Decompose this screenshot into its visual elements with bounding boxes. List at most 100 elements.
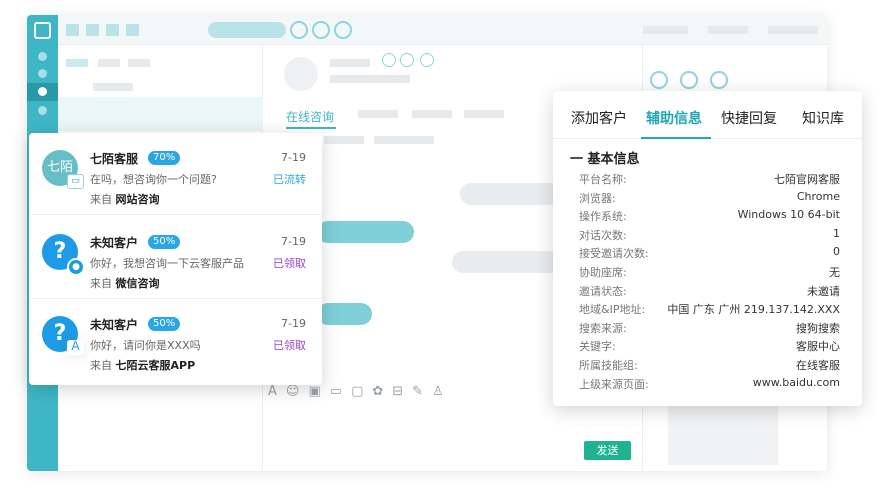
tab-quick-reply[interactable]: 快捷回复 — [721, 108, 777, 128]
info-row: 浏览器: Chrome — [579, 190, 840, 208]
send-button[interactable]: 发送 — [584, 441, 631, 460]
info-row-label: 邀请状态: — [579, 284, 627, 298]
info-row-value: 七陌官网客服 — [774, 173, 840, 186]
conversation-source: 来自 微信咨询 — [90, 275, 160, 291]
status-ring — [420, 53, 434, 67]
video-icon[interactable]: ▭ — [330, 384, 351, 399]
tab-online-consult[interactable]: 在线咨询 — [286, 108, 334, 125]
conversation-name: 未知客户 — [90, 318, 139, 332]
source-name: 微信咨询 — [115, 277, 160, 290]
source-name: 网站咨询 — [115, 193, 160, 206]
tab-add-customer[interactable]: 添加客户 — [571, 108, 627, 128]
tab-placeholder — [358, 110, 398, 118]
nav-dot[interactable] — [38, 69, 47, 78]
nav-dot-active[interactable] — [38, 87, 47, 96]
toolbar-placeholder — [86, 24, 99, 36]
tab-knowledge-base[interactable]: 知识库 — [802, 108, 844, 128]
leaf-icon[interactable]: ✎ — [412, 384, 432, 399]
list-item[interactable]: ? A 未知客户 50% 7-19 你好，请问你是XXX吗 已领取 来自 七陌云… — [29, 299, 322, 381]
percent-badge: 70% — [148, 151, 181, 165]
topbar-placeholder — [643, 26, 688, 34]
info-row: 接受邀请次数: 0 — [579, 245, 840, 263]
conversation-name: 七陌客服 — [90, 152, 139, 166]
sub-tab-placeholder — [324, 136, 364, 144]
info-row-value: 搜狗搜索 — [796, 321, 840, 335]
conversation-date: 7-19 — [281, 151, 306, 164]
top-bar — [58, 15, 827, 45]
status-ring[interactable] — [312, 21, 330, 39]
selected-conversation-row[interactable] — [58, 97, 263, 131]
info-row: 所属技能组: 在线客服 — [579, 357, 840, 375]
tab-auxiliary-info[interactable]: 辅助信息 — [646, 108, 702, 128]
info-row-value: 未邀请 — [807, 284, 840, 298]
conversation-message: 你好，我想咨询一下云客服产品 — [90, 257, 244, 270]
info-row: 上级来源页面: www.baidu.com — [579, 376, 840, 394]
toolbar-placeholder — [66, 24, 79, 36]
composer-toolbar: A☺▣▭▢✿⊟✎♙ — [268, 384, 453, 399]
chat-bubble — [317, 303, 372, 325]
font-icon[interactable]: A — [268, 384, 286, 399]
list-filter-placeholder — [93, 83, 133, 91]
conversation-status: 已领取 — [273, 257, 306, 270]
source-name: 七陌云客服APP — [115, 359, 196, 372]
percent-badge: 50% — [148, 235, 181, 249]
visitor-name-placeholder — [330, 59, 370, 67]
status-ring[interactable] — [334, 21, 352, 39]
topbar-placeholder — [768, 26, 818, 34]
tab-active-underline — [641, 137, 711, 139]
nav-dot[interactable] — [38, 52, 47, 61]
info-row-value: www.baidu.com — [752, 375, 840, 389]
visitor-meta-placeholder — [330, 75, 410, 83]
conversation-date: 7-19 — [281, 317, 306, 330]
section-title: 一 基本信息 — [570, 152, 640, 167]
info-row-label: 协助座席: — [579, 266, 627, 279]
monitor-icon: ▭ — [67, 174, 84, 189]
list-item[interactable]: 七陌 ▭ 七陌客服 70% 7-19 在吗，想咨询你一个问题? 已流转 来自 网… — [29, 133, 322, 215]
info-row-label: 搜索来源: — [579, 321, 627, 335]
list-item[interactable]: ? ● 未知客户 50% 7-19 你好，我想咨询一下云客服产品 已领取 来自 … — [29, 217, 322, 299]
book-icon[interactable]: ⊟ — [392, 384, 412, 399]
conversation-name: 未知客户 — [90, 236, 139, 250]
tab-active-underline — [286, 127, 336, 129]
conversation-status: 已领取 — [273, 339, 306, 352]
folder-icon[interactable]: ▢ — [351, 384, 372, 399]
info-row: 邀请状态: 未邀请 — [579, 283, 840, 301]
info-row: 平台名称: 七陌官网客服 — [579, 171, 840, 189]
info-row-value: 中国 广东 广州 219.137.142.XXX — [667, 303, 840, 317]
conversation-source: 来自 网站咨询 — [90, 191, 160, 207]
info-row-value: 1 — [833, 226, 840, 240]
image-icon[interactable]: ▣ — [308, 384, 329, 399]
status-ring — [382, 53, 396, 67]
status-ring — [400, 53, 414, 67]
search-placeholder[interactable] — [208, 22, 286, 38]
tab-placeholder — [412, 110, 452, 118]
info-row-label: 地域&IP地址: — [579, 303, 646, 317]
info-row-value: 无 — [829, 266, 840, 279]
info-row-label: 上级来源页面: — [579, 377, 649, 391]
conversation-date: 7-19 — [281, 235, 306, 248]
info-row: 操作系统: Windows 10 64-bit — [579, 208, 840, 226]
nav-dot[interactable] — [38, 106, 47, 115]
info-tab-bar: 添加客户 辅助信息 快捷回复 知识库 — [553, 91, 862, 139]
gear-icon[interactable]: ✿ — [372, 384, 392, 399]
toolbar-placeholder — [126, 24, 139, 36]
topbar-placeholder — [708, 26, 748, 34]
percent-badge: 50% — [148, 317, 181, 331]
app-store-icon: A — [67, 340, 84, 355]
conversation-message: 在吗，想咨询你一个问题? — [90, 173, 217, 186]
list-tab-placeholder — [98, 59, 120, 67]
info-row: 搜索来源: 搜狗搜索 — [579, 320, 840, 338]
info-row-label: 浏览器: — [579, 191, 616, 205]
info-row-value: 客服中心 — [796, 340, 840, 354]
user-icon[interactable]: ♙ — [432, 384, 453, 399]
sub-tab-placeholder — [374, 136, 434, 144]
conversation-message: 你好，请问你是XXX吗 — [90, 339, 201, 352]
chat-bubble — [317, 221, 414, 243]
info-row-value: 在线客服 — [796, 359, 840, 372]
info-row: 关键字: 客服中心 — [579, 338, 840, 356]
list-tab-placeholder — [66, 59, 88, 67]
conversation-card: 七陌 ▭ 七陌客服 70% 7-19 在吗，想咨询你一个问题? 已流转 来自 网… — [29, 133, 322, 385]
status-ring[interactable] — [290, 21, 308, 39]
tab-placeholder — [464, 110, 504, 118]
emoji-icon[interactable]: ☺ — [286, 384, 309, 399]
